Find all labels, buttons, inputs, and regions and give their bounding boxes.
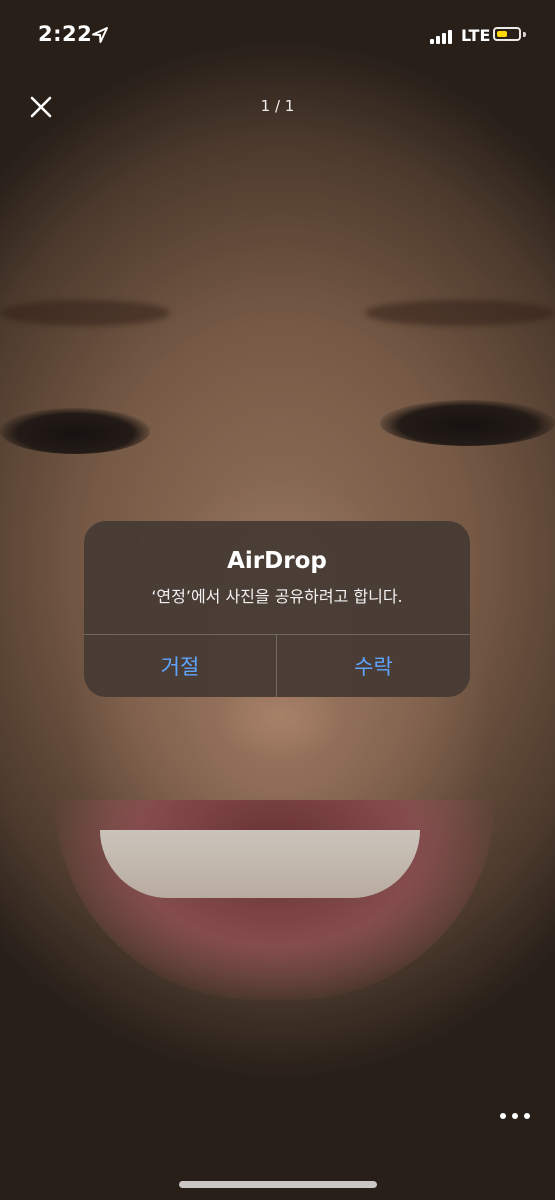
home-indicator[interactable] — [179, 1181, 377, 1188]
alert-message: ‘연정’에서 사진을 공유하려고 합니다. — [151, 587, 403, 606]
more-horizontal-icon[interactable] — [500, 1106, 530, 1126]
page-counter: 1 / 1 — [260, 97, 295, 115]
battery-cap — [523, 32, 526, 37]
battery-icon — [493, 27, 521, 41]
cellular-signal-icon — [430, 30, 454, 44]
screen: 2:22 LTE 1 / 1 AirDrop ‘연정’에서 사진을 공유하려고 … — [0, 0, 555, 1200]
network-type: LTE — [461, 26, 491, 45]
status-time: 2:22 — [38, 22, 93, 46]
status-bar: 2:22 LTE — [0, 0, 555, 72]
battery-level-fill — [497, 31, 507, 37]
decline-button[interactable]: 거절 — [84, 635, 276, 697]
airdrop-alert: AirDrop ‘연정’에서 사진을 공유하려고 합니다. 거절 수락 — [84, 521, 470, 697]
accept-button[interactable]: 수락 — [277, 635, 470, 697]
location-arrow-icon — [92, 27, 108, 43]
alert-title: AirDrop — [227, 548, 327, 574]
